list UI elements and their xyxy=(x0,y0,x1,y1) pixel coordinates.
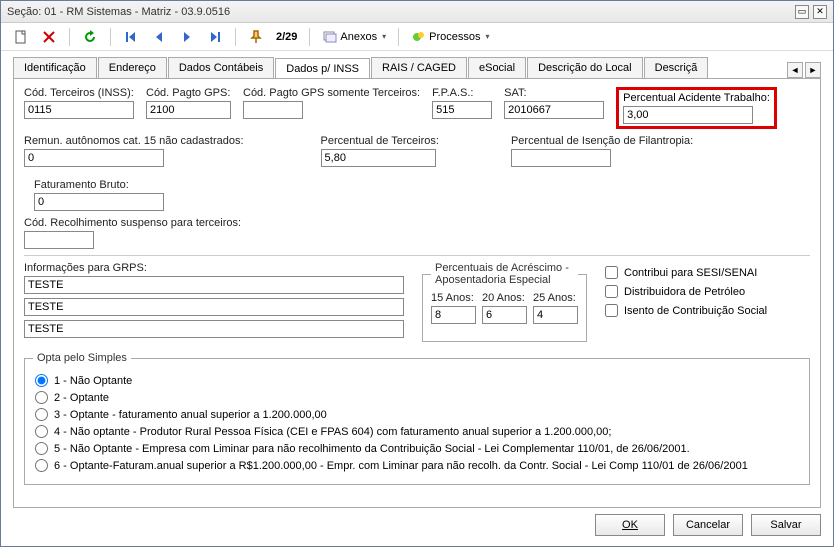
perc-terc-field: Percentual de Terceiros: xyxy=(321,135,439,167)
percentuais-aposentadoria: Percentuais de Acréscimo - Aposentadoria… xyxy=(422,262,587,342)
tab-rais-caged[interactable]: RAIS / CAGED xyxy=(371,57,467,78)
grps-group: Informações para GRPS: xyxy=(24,262,404,342)
tab-scroll-left[interactable]: ◄ xyxy=(787,62,803,78)
cod-recolh-field: Cód. Recolhimento suspenso para terceiro… xyxy=(24,217,241,249)
toolbar: 2/29 Anexos Processos xyxy=(1,23,833,51)
tab-dados-contabeis[interactable]: Dados Contábeis xyxy=(168,57,274,78)
content-panel: Cód. Terceiros (INSS): Cód. Pagto GPS: C… xyxy=(13,78,821,508)
first-button[interactable] xyxy=(119,27,143,47)
minimize-button[interactable]: ▭ xyxy=(795,5,809,19)
tab-esocial[interactable]: eSocial xyxy=(468,57,526,78)
pin-button[interactable] xyxy=(244,27,268,47)
tab-dados-inss[interactable]: Dados p/ INSS xyxy=(275,58,370,79)
anos20-input[interactable] xyxy=(482,306,527,324)
tab-identificacao[interactable]: Identificação xyxy=(13,57,97,78)
cancelar-button[interactable]: Cancelar xyxy=(673,514,743,536)
remun-input[interactable] xyxy=(24,149,164,167)
delete-button[interactable] xyxy=(37,27,61,47)
window-title: Seção: 01 - RM Sistemas - Matriz - 03.9.… xyxy=(7,6,795,18)
chk-sesi[interactable] xyxy=(605,266,618,279)
simples-group: Opta pelo Simples 1 - Não Optante 2 - Op… xyxy=(24,352,810,485)
fat-bruto-input[interactable] xyxy=(34,193,164,211)
perc-acidente-input[interactable] xyxy=(623,106,753,124)
new-button[interactable] xyxy=(9,27,33,47)
sat-input[interactable] xyxy=(504,101,604,119)
cod-pagto-gps-terc-input[interactable] xyxy=(243,101,303,119)
tab-descricao-local[interactable]: Descrição do Local xyxy=(527,57,643,78)
next-button[interactable] xyxy=(175,27,199,47)
grps-input-3[interactable] xyxy=(24,320,404,338)
fpas-input[interactable] xyxy=(432,101,492,119)
tab-endereco[interactable]: Endereço xyxy=(98,57,167,78)
chk-petroleo[interactable] xyxy=(605,285,618,298)
cod-recolh-input[interactable] xyxy=(24,231,94,249)
perc-isencao-input[interactable] xyxy=(511,149,611,167)
anos15-input[interactable] xyxy=(431,306,476,324)
perc-isencao-field: Percentual de Isenção de Filantropia: xyxy=(511,135,693,167)
fpas-field: F.P.A.S.: xyxy=(432,87,492,129)
tabs-row: Identificação Endereço Dados Contábeis D… xyxy=(1,51,833,78)
grps-input-2[interactable] xyxy=(24,298,404,316)
record-counter: 2/29 xyxy=(272,31,301,43)
radio-simples-6[interactable] xyxy=(35,459,48,472)
tab-descricao-overflow[interactable]: Descriçã xyxy=(644,57,709,78)
radio-simples-1[interactable] xyxy=(35,374,48,387)
prev-button[interactable] xyxy=(147,27,171,47)
radio-simples-4[interactable] xyxy=(35,425,48,438)
chk-isento[interactable] xyxy=(605,304,618,317)
footer-buttons: OK Cancelar Salvar xyxy=(595,514,821,536)
sat-field: SAT: xyxy=(504,87,604,129)
titlebar: Seção: 01 - RM Sistemas - Matriz - 03.9.… xyxy=(1,1,833,23)
ok-button[interactable]: OK xyxy=(595,514,665,536)
remun-field: Remun. autônomos cat. 15 não cadastrados… xyxy=(24,135,244,167)
perc-acidente-field: Percentual Acidente Trabalho: xyxy=(616,87,777,129)
processos-menu[interactable]: Processos xyxy=(407,27,493,47)
cod-pagto-gps-input[interactable] xyxy=(146,101,231,119)
refresh-button[interactable] xyxy=(78,27,102,47)
salvar-button[interactable]: Salvar xyxy=(751,514,821,536)
checkbox-group: Contribui para SESI/SENAI Distribuidora … xyxy=(605,262,767,342)
perc-terc-input[interactable] xyxy=(321,149,436,167)
last-button[interactable] xyxy=(203,27,227,47)
anexos-menu[interactable]: Anexos xyxy=(318,27,390,47)
titlebar-buttons: ▭ ✕ xyxy=(795,5,827,19)
cod-pagto-gps-field: Cód. Pagto GPS: xyxy=(146,87,231,129)
cod-pagto-gps-terc-field: Cód. Pagto GPS somente Terceiros: xyxy=(243,87,420,129)
radio-simples-3[interactable] xyxy=(35,408,48,421)
close-button[interactable]: ✕ xyxy=(813,5,827,19)
fat-bruto-field: Faturamento Bruto: xyxy=(34,179,164,211)
radio-simples-2[interactable] xyxy=(35,391,48,404)
cod-terceiros-input[interactable] xyxy=(24,101,134,119)
radio-simples-5[interactable] xyxy=(35,442,48,455)
cod-terceiros-field: Cód. Terceiros (INSS): xyxy=(24,87,134,129)
anos25-input[interactable] xyxy=(533,306,578,324)
grps-input-1[interactable] xyxy=(24,276,404,294)
tab-scroll-right[interactable]: ► xyxy=(805,62,821,78)
